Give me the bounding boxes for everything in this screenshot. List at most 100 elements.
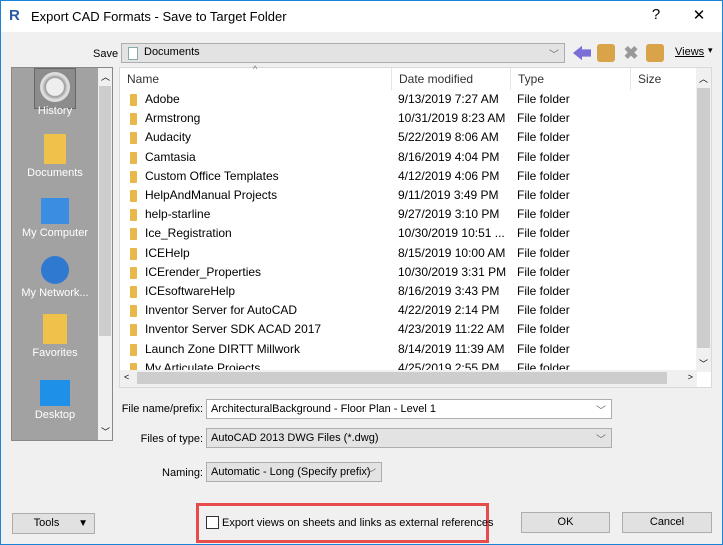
list-vertical-scrollbar[interactable]: ︿ ﹀ xyxy=(696,68,711,372)
scroll-right-icon[interactable]: > xyxy=(688,372,693,382)
file-type: File folder xyxy=(517,207,570,222)
folder-icon xyxy=(130,190,137,202)
chevron-down-icon: ﹀ xyxy=(596,435,606,446)
file-type-select[interactable]: AutoCAD 2013 DWG Files (*.dwg) ﹀ xyxy=(206,428,612,448)
column-header-size[interactable]: Size xyxy=(631,68,697,90)
folder-icon xyxy=(130,151,137,164)
favorites-icon xyxy=(43,314,67,344)
filename-label: File name/prefix: xyxy=(121,403,203,415)
table-row[interactable]: Custom Office Templates 4/12/2019 4:06 PM… xyxy=(120,167,697,186)
folder-icon xyxy=(130,228,137,241)
filename-value: ArchitecturalBackground - Floor Plan - L… xyxy=(211,403,436,415)
history-icon xyxy=(40,72,70,102)
file-name: Launch Zone DIRTT Millwork xyxy=(145,341,300,356)
scroll-up-icon[interactable]: ︿ xyxy=(101,70,110,83)
file-type: File folder xyxy=(517,188,570,202)
ok-button[interactable]: OK xyxy=(521,512,610,533)
file-date: 8/16/2019 3:43 PM xyxy=(398,284,500,298)
column-header-date[interactable]: Date modified xyxy=(392,68,511,90)
export-xref-checkbox[interactable] xyxy=(206,516,219,529)
folder-icon xyxy=(130,132,137,145)
table-row[interactable]: Launch Zone DIRTT Millwork 8/14/2019 11:3… xyxy=(120,340,697,359)
file-type: File folder xyxy=(517,322,570,337)
scroll-up-icon[interactable]: ︿ xyxy=(699,72,708,85)
sidebar-item-label: Desktop xyxy=(34,409,76,421)
back-icon[interactable] xyxy=(573,45,591,61)
title-bar: R Export CAD Formats - Save to Target Fo… xyxy=(1,1,722,32)
scroll-thumb[interactable] xyxy=(99,86,111,336)
file-type: File folder xyxy=(517,226,570,241)
network-icon xyxy=(41,256,69,284)
file-name: Inventor Server SDK ACAD 2017 xyxy=(145,322,322,337)
sidebar-item-label: Documents xyxy=(27,167,83,179)
file-name: help-starline xyxy=(145,207,211,222)
help-button[interactable]: ? xyxy=(641,6,671,23)
file-type: File folder xyxy=(517,264,570,279)
sidebar-item-documents[interactable]: Documents xyxy=(12,134,98,179)
scroll-left-icon[interactable]: < xyxy=(124,372,129,382)
sidebar-item-history[interactable]: History xyxy=(12,72,98,117)
cancel-button[interactable]: Cancel xyxy=(622,512,712,533)
column-header-type[interactable]: Type xyxy=(511,68,631,90)
table-row[interactable]: Camtasia 8/16/2019 4:04 PM File folder xyxy=(120,148,697,167)
tools-button[interactable]: Tools ▼ xyxy=(12,513,95,534)
file-date: 4/12/2019 4:06 PM xyxy=(398,168,500,183)
table-row[interactable]: Armstrong 10/31/2019 8:23 AM File folder xyxy=(120,109,697,128)
desktop-icon xyxy=(40,380,70,406)
folder-icon xyxy=(130,113,137,126)
file-date: 10/30/2019 3:31 PM xyxy=(398,264,507,279)
scroll-down-icon[interactable]: ﹀ xyxy=(699,357,708,370)
table-row[interactable]: Inventor Server SDK ACAD 2017 4/23/2019 1… xyxy=(120,320,697,339)
table-row[interactable]: Adobe 9/13/2019 7:27 AM File folder xyxy=(120,90,697,109)
table-row[interactable]: Inventor Server for AutoCAD 4/22/2019 2:1… xyxy=(120,301,697,320)
file-name: HelpAndManual Projects xyxy=(145,188,278,202)
file-name: ICErender_Properties xyxy=(145,264,262,279)
sidebar-item-label: My Computer xyxy=(21,227,89,239)
table-row[interactable]: Audacity 5/22/2019 8:06 AM File folder xyxy=(120,128,697,147)
filename-input[interactable]: ArchitecturalBackground - Floor Plan - L… xyxy=(206,399,612,419)
file-type: File folder xyxy=(517,168,570,183)
file-date: 8/14/2019 11:39 AM xyxy=(398,341,505,356)
file-type: File folder xyxy=(517,303,570,318)
naming-select[interactable]: Automatic - Long (Specify prefix) ﹀ xyxy=(206,462,382,482)
save-location-dropdown[interactable]: Documents ﹀ xyxy=(121,43,565,63)
list-horizontal-scrollbar[interactable]: < > xyxy=(120,370,697,387)
table-row[interactable]: ICEHelp 8/15/2019 10:00 AM File folder xyxy=(120,244,697,263)
chevron-down-icon[interactable]: ﹀ xyxy=(596,402,606,417)
close-button[interactable]: ✕ xyxy=(684,6,714,24)
export-xref-label[interactable]: Export views on sheets and links as exte… xyxy=(222,517,493,529)
scroll-thumb[interactable] xyxy=(137,372,667,384)
up-folder-icon[interactable] xyxy=(597,44,615,62)
new-folder-icon[interactable] xyxy=(646,44,664,62)
file-date: 8/16/2019 4:04 PM xyxy=(398,149,500,164)
documents-icon xyxy=(128,47,138,60)
file-type: File folder xyxy=(517,245,570,260)
views-dropdown-icon[interactable]: ▾ xyxy=(708,45,713,56)
file-name: Audacity xyxy=(145,130,192,145)
naming-value: Automatic - Long (Specify prefix) xyxy=(211,466,371,478)
sidebar-scrollbar[interactable]: ︿ ﹀ xyxy=(98,68,112,440)
delete-icon[interactable]: ✖ xyxy=(622,44,640,62)
table-row[interactable]: Ice_Registration 10/30/2019 10:51 ... File… xyxy=(120,224,697,243)
table-row[interactable]: ICErender_Properties 10/30/2019 3:31 PM Fi… xyxy=(120,263,697,282)
table-row[interactable]: ICEsoftwareHelp 8/16/2019 3:43 PM File fol… xyxy=(120,282,697,301)
views-button[interactable]: Views xyxy=(675,46,704,58)
sidebar-item-label: History xyxy=(37,105,73,117)
save-label: Save xyxy=(93,48,119,60)
file-type: File folder xyxy=(517,111,570,126)
scroll-thumb[interactable] xyxy=(697,88,710,348)
sidebar-item-my-network[interactable]: My Network... xyxy=(12,254,98,299)
documents-icon xyxy=(44,134,66,164)
table-row[interactable]: help-starline 9/27/2019 3:10 PM File folde… xyxy=(120,205,697,224)
file-date: 9/27/2019 3:10 PM xyxy=(398,207,500,222)
folder-icon xyxy=(130,170,137,183)
file-date: 8/15/2019 10:00 AM xyxy=(398,245,506,260)
table-row[interactable]: HelpAndManual Projects 9/11/2019 3:49 PM F… xyxy=(120,186,697,205)
chevron-down-icon: ﹀ xyxy=(366,469,376,480)
file-name: ICEsoftwareHelp xyxy=(145,284,236,298)
file-date: 10/31/2019 8:23 AM xyxy=(398,111,506,126)
file-type-label: Files of type: xyxy=(140,433,203,445)
sidebar-item-my-computer[interactable]: My Computer xyxy=(12,194,98,239)
sidebar-item-favorites[interactable]: Favorites xyxy=(12,314,98,359)
folder-icon xyxy=(130,266,137,279)
